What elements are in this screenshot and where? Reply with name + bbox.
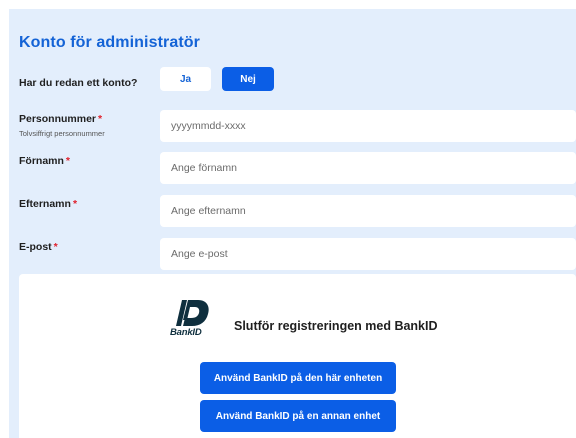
- first-name-label: Förnamn *: [19, 155, 70, 167]
- personal-number-label: Personnummer *: [19, 113, 102, 125]
- admin-account-panel: Konto för administratör Har du redan ett…: [9, 9, 576, 438]
- bankid-mark-icon: [176, 300, 209, 326]
- bankid-this-device-button[interactable]: Använd BankID på den här enheten: [200, 362, 396, 394]
- last-name-input[interactable]: [160, 195, 576, 227]
- has-account-label: Har du redan ett konto?: [19, 77, 137, 89]
- personal-number-input[interactable]: [160, 110, 576, 142]
- bankid-other-device-button[interactable]: Använd BankID på en annan enhet: [200, 400, 396, 432]
- bankid-card: BankID Slutför registreringen med BankID…: [19, 274, 576, 438]
- required-marker: *: [98, 113, 103, 125]
- email-label-text: E-post: [19, 241, 52, 253]
- last-name-label: Efternamn *: [19, 198, 77, 210]
- email-input[interactable]: [160, 238, 576, 270]
- form-title: Konto för administratör: [19, 34, 200, 51]
- bankid-title: Slutför registreringen med BankID: [234, 319, 438, 333]
- first-name-label-text: Förnamn: [19, 155, 64, 167]
- required-marker: *: [72, 198, 78, 210]
- last-name-label-text: Efternamn: [19, 198, 71, 210]
- no-toggle-button[interactable]: Nej: [222, 67, 274, 91]
- first-name-input[interactable]: [160, 152, 576, 184]
- required-marker: *: [65, 155, 71, 167]
- required-marker: *: [53, 241, 58, 253]
- yes-toggle-button[interactable]: Ja: [160, 67, 211, 91]
- has-account-label-text: Har du redan ett konto?: [19, 77, 138, 89]
- email-label: E-post *: [19, 241, 58, 253]
- personal-number-hint: Tolvsiffrigt personnummer: [19, 129, 105, 138]
- bankid-logo: BankID: [168, 298, 214, 342]
- personal-number-label-text: Personnummer: [19, 113, 97, 125]
- bankid-wordmark: BankID: [170, 327, 202, 338]
